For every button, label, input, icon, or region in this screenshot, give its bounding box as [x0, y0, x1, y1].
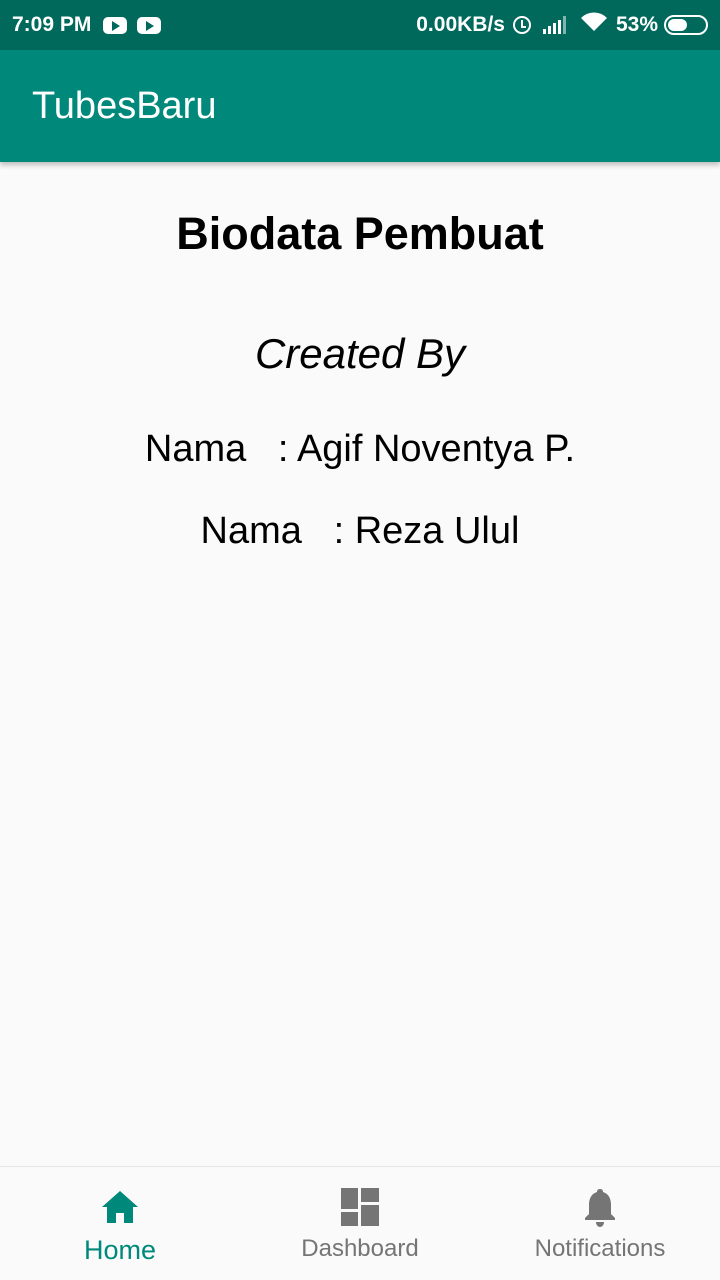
- signal-icon: [542, 16, 568, 34]
- nav-item-dashboard[interactable]: Dashboard: [240, 1167, 480, 1280]
- network-speed: 0.00KB/s: [416, 13, 505, 36]
- bell-icon: [580, 1187, 620, 1227]
- status-bar-right: 0.00KB/s 53%: [416, 11, 708, 39]
- app-title: TubesBaru: [32, 84, 217, 127]
- nav-label-notifications: Notifications: [534, 1235, 666, 1262]
- nav-label-dashboard: Dashboard: [301, 1235, 419, 1262]
- youtube-notification-icon: [137, 16, 162, 34]
- battery-icon: [664, 15, 708, 35]
- bottom-navigation: Home Dashboard Notifications: [0, 1166, 720, 1280]
- creator-name-row: Nama : Agif Noventya P.: [144, 428, 576, 470]
- alarm-icon: [512, 16, 531, 34]
- battery-percentage: 53%: [615, 13, 658, 36]
- page-heading: Biodata Pembuat: [176, 208, 544, 259]
- home-icon: [100, 1187, 140, 1227]
- wifi-icon: [580, 11, 608, 39]
- created-by-label: Created By: [254, 330, 466, 377]
- status-time: 7:09 PM: [12, 13, 92, 36]
- status-bar-left: 7:09 PM: [12, 13, 171, 37]
- nav-item-notifications[interactable]: Notifications: [480, 1167, 720, 1280]
- youtube-notification-icon: [103, 16, 128, 34]
- creator-name-row: Nama : Reza Ulul: [200, 510, 520, 552]
- nav-label-home: Home: [83, 1235, 157, 1265]
- app-bar: TubesBaru: [0, 50, 720, 162]
- screen: 7:09 PM 0.00KB/s 53% TubesBaru Biodata P…: [0, 0, 720, 1280]
- nav-item-home[interactable]: Home: [0, 1167, 240, 1280]
- dashboard-icon: [340, 1187, 380, 1227]
- status-bar: 7:09 PM 0.00KB/s 53%: [0, 0, 720, 50]
